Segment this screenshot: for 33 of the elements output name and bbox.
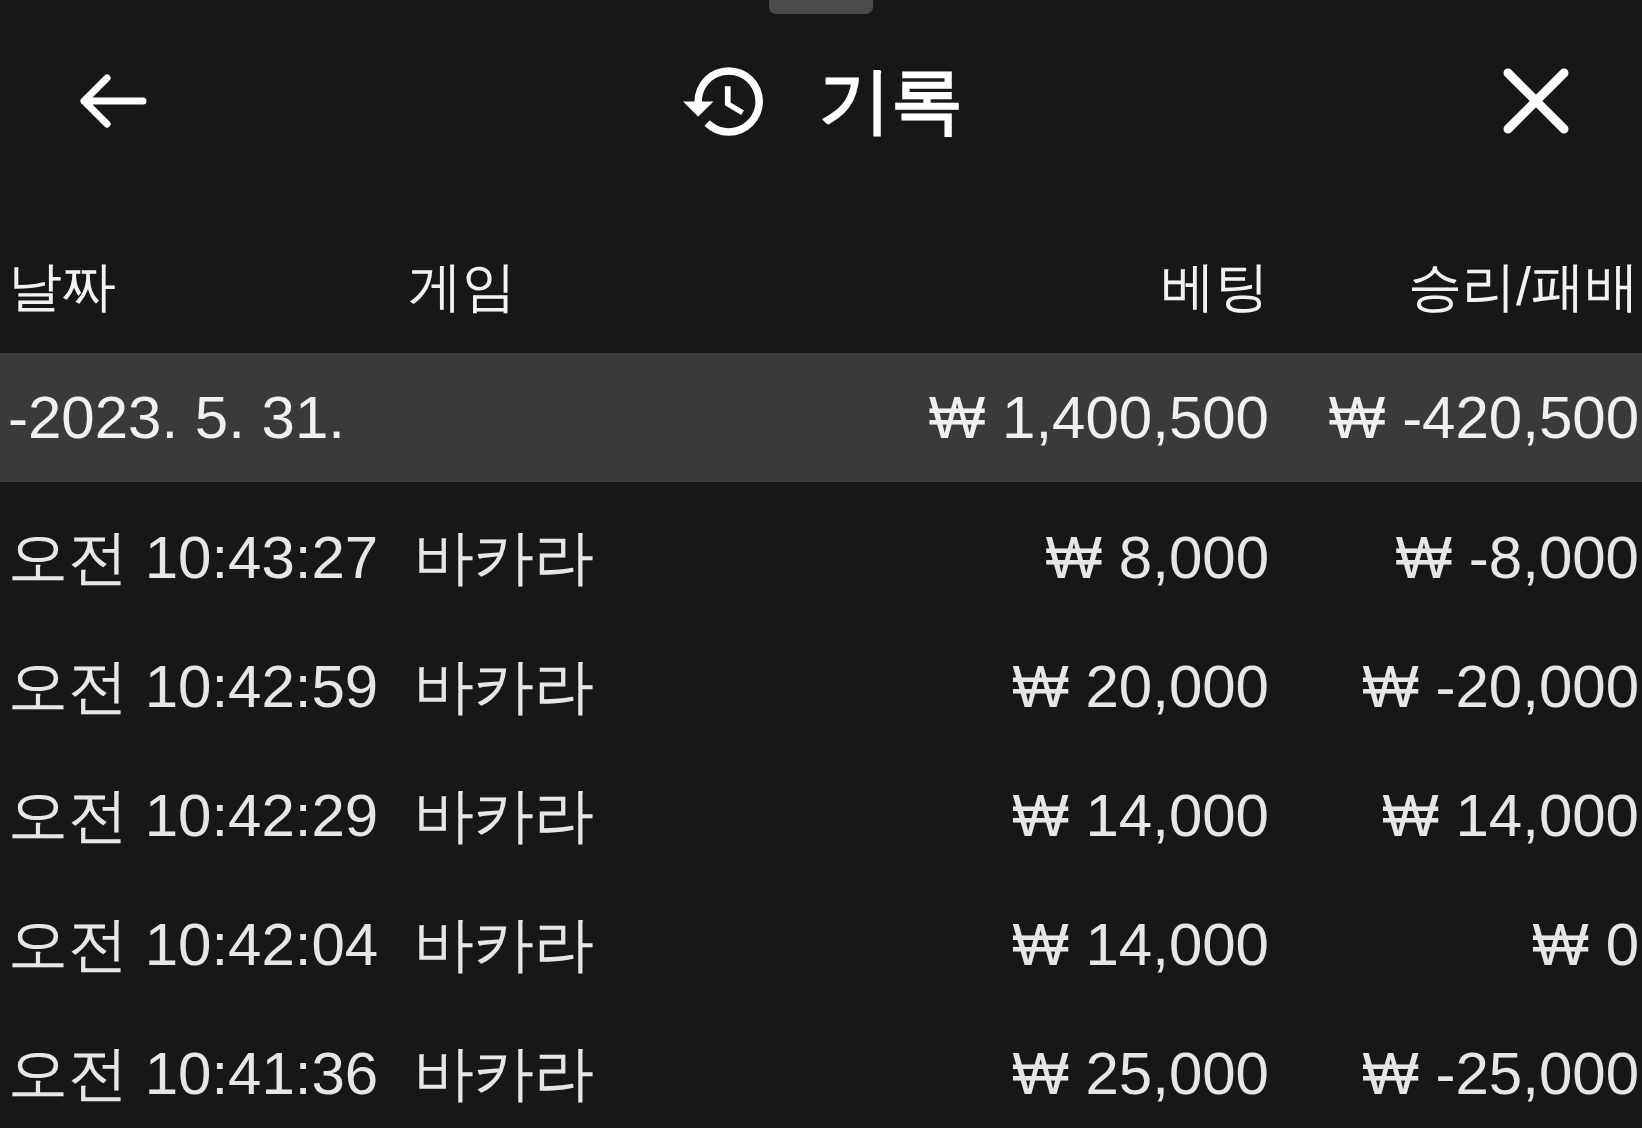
group-result-total: ₩ -420,500 — [1328, 382, 1639, 453]
bet-cell-text: ₩ 8,000 — [1045, 522, 1269, 593]
date-group-row[interactable]: -2023. 5. 31. ₩ 1,400,500 ₩ -420,500 — [0, 353, 1642, 482]
result-cell-text: ₩ 14,000 — [1382, 780, 1639, 851]
close-icon — [1502, 67, 1570, 135]
game-cell-text: 바카라 — [413, 651, 594, 722]
column-header: 날짜 — [8, 255, 116, 318]
result-cell-text: ₩ -25,000 — [1362, 1038, 1639, 1109]
time-cell-text: 오전 10:42:59 — [8, 651, 379, 722]
result-cell-text: ₩ -20,000 — [1362, 651, 1639, 722]
column-header: 승리/패배 — [1408, 255, 1639, 318]
bet-cell-text: ₩ 14,000 — [1012, 909, 1269, 980]
time-cell-text: 오전 10:42:29 — [8, 780, 379, 851]
game-cell-text: 바카라 — [413, 780, 594, 851]
time-cell-text: 오전 10:42:04 — [8, 909, 379, 980]
game-cell-text: 바카라 — [413, 909, 594, 980]
game-cell-text: 바카라 — [413, 1038, 594, 1109]
time-cell-text: 오전 10:43:27 — [8, 522, 379, 593]
column-header: 게임 — [408, 255, 516, 318]
group-date: -2023. 5. 31. — [8, 382, 345, 453]
result-cell-text: ₩ 0 — [1532, 909, 1639, 980]
column-header: 베팅 — [1161, 255, 1269, 318]
group-bet-total: ₩ 1,400,500 — [928, 382, 1269, 453]
drag-handle[interactable] — [769, 0, 873, 14]
bet-cell-text: ₩ 20,000 — [1012, 651, 1269, 722]
result-cell-text: ₩ -8,000 — [1395, 522, 1639, 593]
window-title: 기록 — [819, 61, 963, 141]
bet-cell-text: ₩ 14,000 — [1012, 780, 1269, 851]
history-icon — [683, 66, 763, 136]
time-cell-text: 오전 10:41:36 — [8, 1038, 379, 1109]
game-cell-text: 바카라 — [413, 522, 594, 593]
close-button[interactable] — [1502, 67, 1570, 135]
bet-cell-text: ₩ 25,000 — [1012, 1038, 1269, 1109]
